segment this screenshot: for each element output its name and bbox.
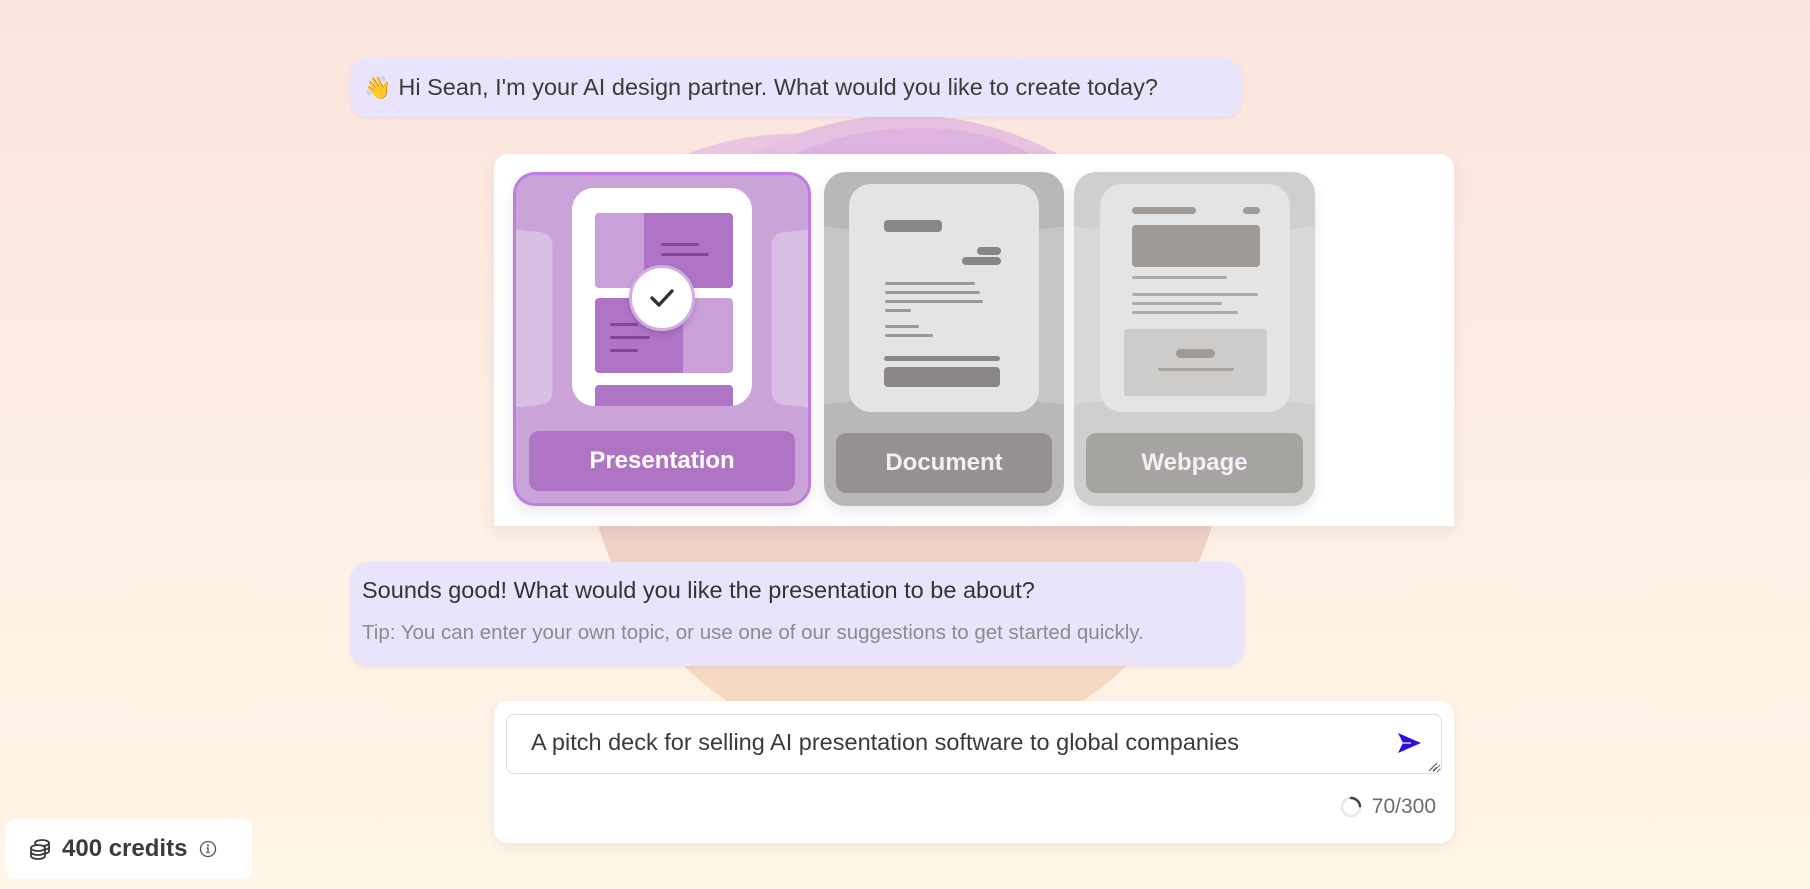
slide-thumbnail	[595, 385, 733, 406]
decorative-side-panel	[516, 228, 553, 409]
assistant-question-bubble: Sounds good! What would you like the pre…	[350, 562, 1244, 666]
content-type-webpage[interactable]: Webpage	[1074, 172, 1315, 506]
greeting-text: Hi Sean, I'm your AI design partner. Wha…	[398, 74, 1158, 100]
document-label: Document	[836, 433, 1052, 493]
send-icon	[1398, 733, 1421, 753]
question-text: Sounds good! What would you like the pre…	[362, 577, 1035, 603]
document-preview	[849, 184, 1039, 412]
topic-input-panel: A pitch deck for selling AI presentation…	[494, 701, 1454, 843]
tip-text: Tip: You can enter your own topic, or us…	[362, 621, 1144, 644]
credits-count: 400 credits	[62, 835, 188, 862]
content-type-selector: Presentation Document Webpage	[494, 154, 1454, 526]
credits-badge: 400 credits	[6, 819, 252, 879]
content-type-document[interactable]: Document	[824, 172, 1064, 506]
presentation-label: Presentation	[529, 431, 795, 491]
info-icon[interactable]	[199, 840, 217, 858]
send-button[interactable]	[1396, 730, 1422, 756]
character-counter: 70/300	[1340, 795, 1436, 819]
decorative-side-panel	[771, 228, 808, 409]
progress-ring-icon	[1340, 796, 1362, 818]
resize-handle-icon[interactable]	[1428, 762, 1438, 772]
webpage-label: Webpage	[1086, 433, 1303, 493]
content-type-presentation[interactable]: Presentation	[513, 172, 811, 506]
coins-icon	[30, 839, 50, 860]
assistant-greeting-bubble: 👋 Hi Sean, I'm your AI design partner. W…	[350, 58, 1242, 117]
check-icon	[650, 289, 674, 307]
waving-hand-icon: 👋	[364, 74, 392, 100]
selected-check-badge	[629, 265, 695, 331]
topic-input[interactable]: A pitch deck for selling AI presentation…	[506, 714, 1442, 774]
character-count-text: 70/300	[1371, 795, 1436, 818]
webpage-preview	[1099, 184, 1290, 412]
